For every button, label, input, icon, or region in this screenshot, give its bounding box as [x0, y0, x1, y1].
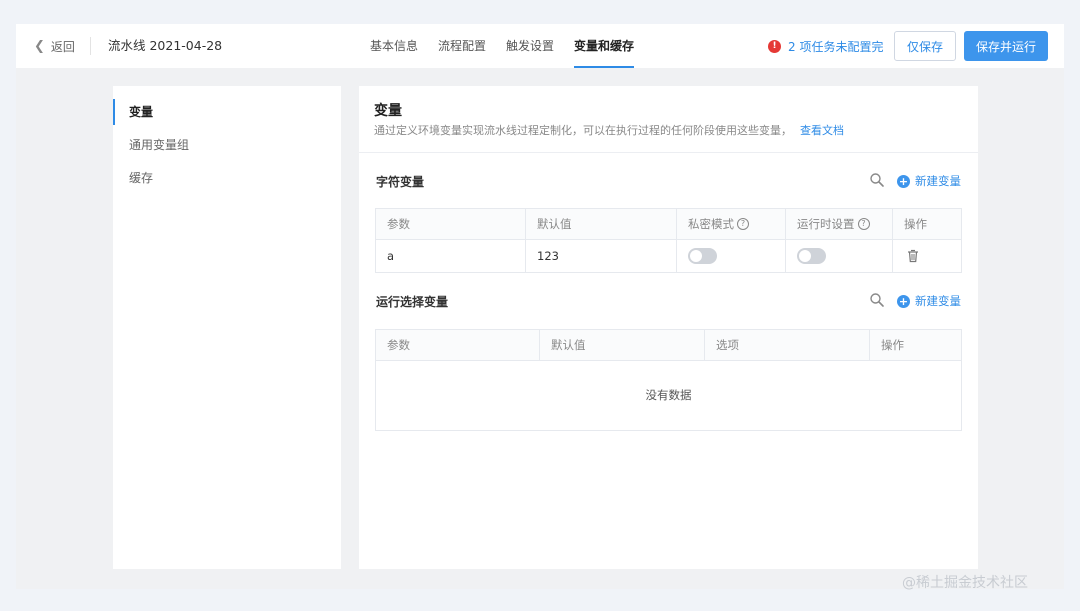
table-header: 参数 默认值 选项 操作 [376, 330, 961, 361]
new-select-variable-button[interactable]: + 新建变量 [897, 293, 961, 309]
col-options: 选项 [705, 330, 870, 360]
sidebar-item-variables[interactable]: 变量 [113, 99, 341, 125]
section-divider [359, 152, 978, 153]
new-string-variable-button[interactable]: + 新建变量 [897, 173, 961, 189]
tab-flow-config[interactable]: 流程配置 [438, 24, 486, 68]
col-private-mode: 私密模式 ? [677, 209, 786, 239]
page-description: 通过定义环境变量实现流水线过程定制化，可以在执行过程的任何阶段使用这些变量， 查看… [374, 122, 844, 138]
warning-icon: ! [768, 39, 781, 53]
description-text: 通过定义环境变量实现流水线过程定制化，可以在执行过程的任何阶段使用这些变量， [374, 124, 792, 137]
col-default: 默认值 [526, 209, 677, 239]
help-icon[interactable]: ? [737, 218, 749, 230]
select-vars-title: 运行选择变量 [376, 295, 449, 309]
empty-state: 没有数据 [645, 388, 692, 402]
cell-default: 123 [526, 240, 677, 272]
runtime-setting-toggle[interactable] [797, 248, 826, 264]
string-vars-title: 字符变量 [376, 175, 425, 189]
warning-text: 2 项任务未配置完 [788, 39, 884, 54]
watermark: @稀土掘金技术社区 [902, 575, 1028, 591]
col-runtime-setting-label: 运行时设置 [797, 217, 855, 231]
top-header: ❮ 返回 流水线 2021-04-28 基本信息 流程配置 触发设置 变量和缓存… [16, 24, 1064, 68]
chevron-left-icon: ❮ [34, 38, 45, 54]
new-variable-label: 新建变量 [915, 294, 961, 308]
tab-bar: 基本信息 流程配置 触发设置 变量和缓存 [370, 24, 654, 68]
col-param: 参数 [376, 209, 526, 239]
sidebar: 变量 通用变量组 缓存 [113, 86, 341, 569]
col-actions: 操作 [881, 338, 904, 352]
col-param: 参数 [376, 330, 540, 360]
cell-actions [893, 240, 961, 272]
table-header: 参数 默认值 私密模式 ? 运行时设置 ? 操作 [376, 209, 961, 240]
save-and-run-button[interactable]: 保存并运行 [964, 31, 1048, 61]
plus-circle-icon: + [897, 174, 910, 188]
back-button[interactable]: ❮ 返回 [34, 24, 75, 68]
sidebar-item-cache[interactable]: 缓存 [113, 165, 341, 191]
new-variable-label: 新建变量 [915, 174, 961, 188]
search-icon[interactable] [869, 292, 885, 308]
view-docs-link[interactable]: 查看文档 [800, 124, 844, 137]
pipeline-title: 流水线 2021-04-28 [108, 38, 223, 53]
help-icon[interactable]: ? [857, 218, 870, 230]
table-row: a 123 [376, 240, 961, 272]
private-mode-toggle[interactable] [688, 248, 717, 264]
col-actions: 操作 [904, 217, 927, 231]
unconfigured-tasks-warning[interactable]: ! 2 项任务未配置完 [768, 24, 883, 68]
tab-variables-cache[interactable]: 变量和缓存 [574, 24, 635, 68]
plus-circle-icon: + [897, 294, 910, 308]
trash-icon[interactable] [906, 249, 920, 263]
string-vars-table: 参数 默认值 私密模式 ? 运行时设置 ? 操作 a 123 [375, 208, 962, 273]
tab-trigger-settings[interactable]: 触发设置 [506, 24, 554, 68]
cell-private-mode [677, 240, 786, 272]
header-divider [90, 37, 91, 55]
main-panel: 变量 通过定义环境变量实现流水线过程定制化，可以在执行过程的任何阶段使用这些变量… [359, 86, 978, 569]
save-only-button[interactable]: 仅保存 [894, 31, 956, 61]
sidebar-item-common-variable-groups[interactable]: 通用变量组 [113, 132, 341, 158]
page-title: 变量 [374, 103, 402, 119]
search-icon[interactable] [869, 172, 885, 188]
cell-param: a [376, 240, 526, 272]
col-default: 默认值 [540, 330, 705, 360]
select-vars-table: 参数 默认值 选项 操作 没有数据 [375, 329, 962, 431]
back-label: 返回 [50, 39, 75, 54]
col-private-mode-label: 私密模式 [688, 217, 734, 231]
col-runtime-setting: 运行时设置 ? [786, 209, 893, 239]
cell-runtime-setting [786, 240, 893, 272]
tab-basic-info[interactable]: 基本信息 [370, 24, 418, 68]
